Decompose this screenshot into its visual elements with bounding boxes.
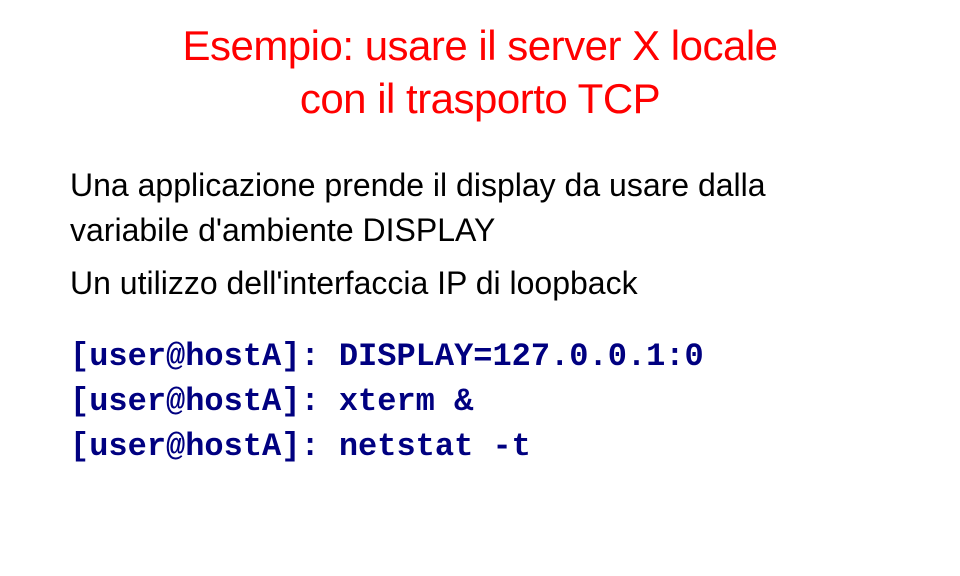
- slide-title: Esempio: usare il server X locale con il…: [70, 20, 890, 125]
- code-line-xterm: [user@hostA]: xterm &: [70, 380, 890, 425]
- code-line-netstat: [user@hostA]: netstat -t: [70, 425, 890, 470]
- title-line-2: con il trasporto TCP: [300, 75, 660, 122]
- title-line-1: Esempio: usare il server X locale: [182, 22, 777, 69]
- paragraph-display-variable: Una applicazione prende il display da us…: [70, 163, 890, 253]
- paragraph-loopback: Un utilizzo dell'interfaccia IP di loopb…: [70, 261, 890, 306]
- code-line-display: [user@hostA]: DISPLAY=127.0.0.1:0: [70, 335, 890, 380]
- code-block: [user@hostA]: DISPLAY=127.0.0.1:0 [user@…: [70, 335, 890, 469]
